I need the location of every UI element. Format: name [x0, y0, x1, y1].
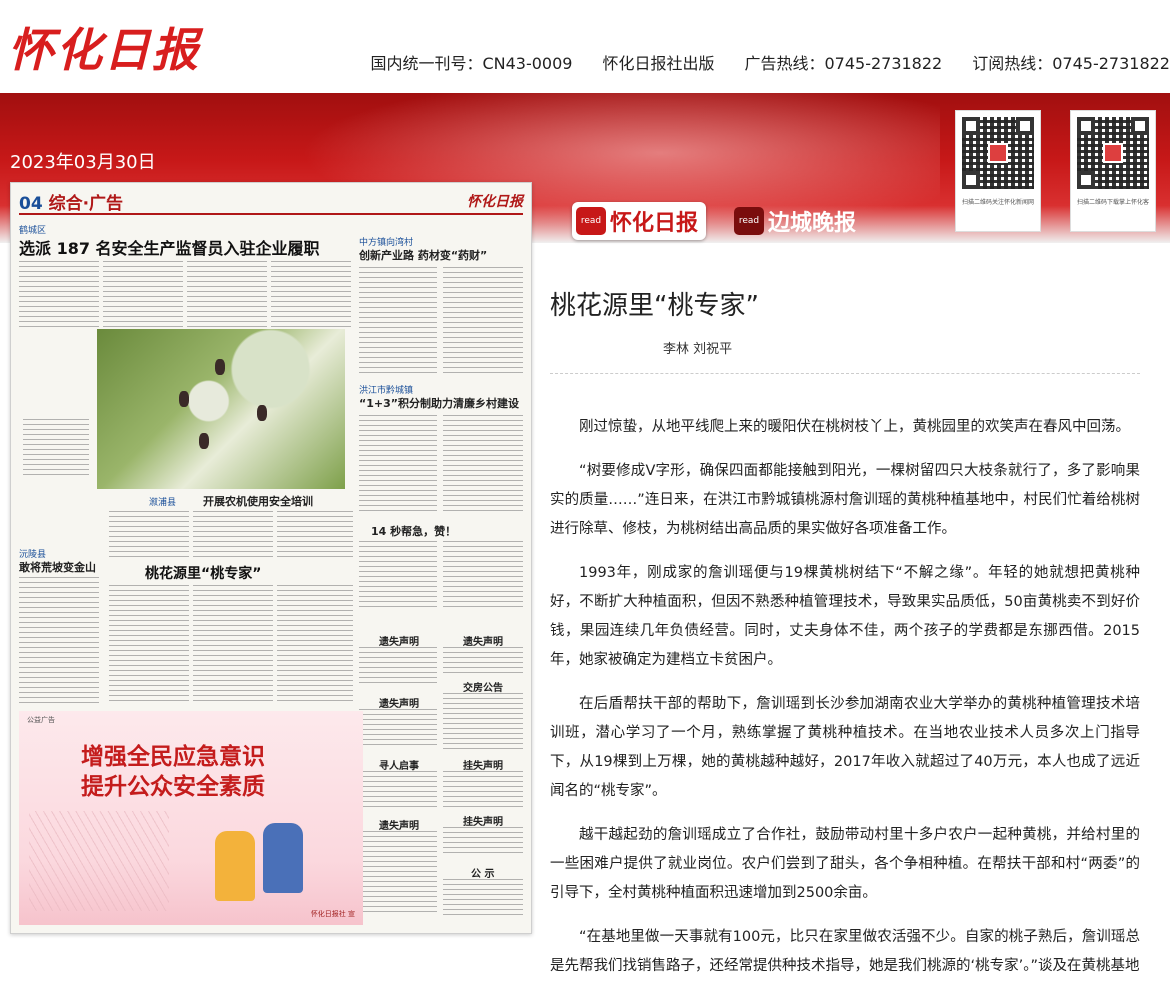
worker-figure	[215, 831, 255, 901]
notice-text[interactable]	[359, 647, 437, 687]
story-text[interactable]	[359, 541, 437, 607]
page-logo: 怀化日报	[467, 194, 523, 210]
article-paragraph: 在后盾帮扶干部的帮助下，詹训瑶到长沙参加湖南农业大学举办的黄桃种植管理技术培训班…	[550, 696, 1140, 799]
article-paragraph: 1993年，刚成家的詹训瑶便与19棵黄桃树结下“不解之缘”。年轻的她就想把黄桃种…	[550, 565, 1140, 668]
notice-text[interactable]	[443, 879, 523, 919]
notice-title[interactable]: 公 示	[471, 865, 494, 880]
notice-text[interactable]	[443, 771, 523, 807]
worker-figure	[263, 823, 303, 893]
article-title: 桃花源里“桃专家”	[550, 291, 759, 321]
story-text[interactable]	[277, 511, 353, 557]
tab-biancheng-evening[interactable]: read 边城晚报	[730, 202, 864, 240]
qr-wechat-caption: 扫描二维码关注怀化新闻网官方公众号	[962, 199, 1034, 206]
notice-title[interactable]: 遗失声明	[379, 633, 419, 648]
notice-text[interactable]	[359, 771, 437, 807]
public-service-ad[interactable]: 公益广告 增强全民应急意识 提升公众安全素质 怀化日报社 宣	[19, 711, 363, 925]
story-text[interactable]	[271, 261, 351, 327]
qr-code-icon	[1077, 117, 1149, 189]
qr-wechat: 扫描二维码关注怀化新闻网官方公众号	[955, 110, 1041, 232]
crane-illustration	[29, 811, 169, 911]
notice-title[interactable]: 遗失声明	[379, 817, 419, 832]
publisher: 怀化日报社出版	[602, 54, 715, 73]
article-paragraph: “在基地里做一天事就有100元，比只在家里做农活强不少。自家的桃子熟后，詹训瑶总…	[550, 929, 1140, 974]
tab-huaihua-daily[interactable]: read 怀化日报	[572, 202, 707, 240]
story-text[interactable]	[187, 261, 267, 327]
notice-text[interactable]	[443, 647, 523, 675]
story-kicker: 溆浦县	[149, 498, 177, 508]
story-text[interactable]	[359, 267, 437, 375]
story-text[interactable]	[19, 261, 99, 327]
story-text[interactable]	[109, 585, 189, 705]
story-text[interactable]	[443, 267, 523, 375]
publication-number: 国内统一刊号：CN43-0009	[370, 54, 573, 73]
newspaper-page: 04 综合·广告 怀化日报 鹤城区 选派 187 名安全生产监督员入驻企业履职 …	[10, 182, 532, 934]
notice-title[interactable]: 遗失声明	[379, 695, 419, 710]
article-author: 李林 刘祝平	[663, 342, 733, 357]
story-text[interactable]	[277, 585, 353, 705]
story-text[interactable]	[103, 261, 183, 327]
photo-caption-text	[23, 419, 89, 479]
page-heading: 04 综合·广告	[19, 189, 123, 214]
issue-date: 2023年03月30日	[10, 152, 156, 173]
notice-title[interactable]: 寻人启事	[379, 757, 419, 772]
story-photo[interactable]	[97, 329, 345, 489]
story-headline[interactable]: 敢将荒坡变金山	[19, 559, 96, 575]
subscription-hotline: 订阅热线：0745-2731822	[972, 54, 1170, 73]
story-text[interactable]	[109, 511, 189, 557]
read-icon: read	[734, 207, 765, 235]
header-info: 国内统一刊号：CN43-0009 怀化日报社出版 广告热线：0745-27318…	[370, 50, 1170, 74]
story-text[interactable]	[443, 541, 523, 607]
tab-label: 边城晚报	[768, 210, 857, 236]
story-text[interactable]	[19, 577, 99, 705]
story-text[interactable]	[359, 415, 437, 515]
story-headline[interactable]: 开展农机使用安全培训	[203, 493, 313, 509]
story-text[interactable]	[443, 415, 523, 515]
article-paragraph: 越干越起劲的詹训瑶成立了合作社，鼓励带动村里十多户农户一起种黄桃，并给村里的一些…	[550, 827, 1140, 901]
site-logo[interactable]: 怀化日报	[8, 14, 200, 80]
ad-tag: 公益广告	[27, 716, 55, 724]
notice-title[interactable]: 挂失声明	[463, 813, 503, 828]
story-headline[interactable]: 选派 187 名安全生产监督员入驻企业履职	[19, 235, 320, 259]
site-header: 怀化日报 国内统一刊号：CN43-0009 怀化日报社出版 广告热线：0745-…	[0, 0, 1170, 93]
article-body: 刚过惊蛰，从地平线爬上来的暖阳伏在桃树枝丫上，黄桃园里的欢笑声在春风中回荡。 “…	[550, 413, 1140, 996]
story-headline[interactable]: 创新产业路 药材变“药财”	[359, 247, 487, 263]
read-icon: read	[576, 207, 606, 235]
page-section: 综合·广告	[48, 194, 124, 214]
qr-code-icon	[962, 117, 1034, 189]
notice-text[interactable]	[443, 827, 523, 857]
story-text[interactable]	[193, 585, 273, 705]
ad-footer: 怀化日报社 宣	[310, 910, 355, 918]
notice-title[interactable]: 遗失声明	[463, 633, 503, 648]
ad-line-1: 增强全民应急意识	[81, 743, 265, 770]
qr-app-caption: 扫描二维码下载掌上怀化客户端	[1077, 199, 1149, 206]
notice-title[interactable]: 交房公告	[463, 679, 503, 694]
story-text[interactable]	[193, 511, 273, 557]
story-headline[interactable]: “1+3”积分制助力清廉乡村建设	[359, 395, 519, 411]
paper-tabs: read 怀化日报 read 边城晚报	[572, 202, 864, 240]
story-headline-current[interactable]: 桃花源里“桃专家”	[145, 563, 261, 583]
ad-hotline: 广告热线：0745-2731822	[744, 54, 943, 73]
article-paragraph: 刚过惊蛰，从地平线爬上来的暖阳伏在桃树枝丫上，黄桃园里的欢笑声在春风中回荡。	[579, 419, 1130, 435]
notice-text[interactable]	[359, 831, 437, 915]
article-divider	[550, 373, 1140, 374]
notice-text[interactable]	[359, 709, 437, 745]
qr-app: 扫描二维码下载掌上怀化客户端	[1070, 110, 1156, 232]
notice-title[interactable]: 挂失声明	[463, 757, 503, 772]
page-rule	[19, 213, 523, 215]
page-number: 04	[19, 194, 43, 214]
notice-text[interactable]	[443, 693, 523, 749]
story-headline[interactable]: 14 秒帮急，赞！	[371, 523, 456, 539]
article-paragraph: “树要修成V字形，确保四面都能接触到阳光，一棵树留四只大枝条就行了，多了影响果实…	[550, 463, 1140, 537]
tab-label: 怀化日报	[610, 210, 699, 236]
ad-line-2: 提升公众安全素质	[81, 773, 265, 800]
